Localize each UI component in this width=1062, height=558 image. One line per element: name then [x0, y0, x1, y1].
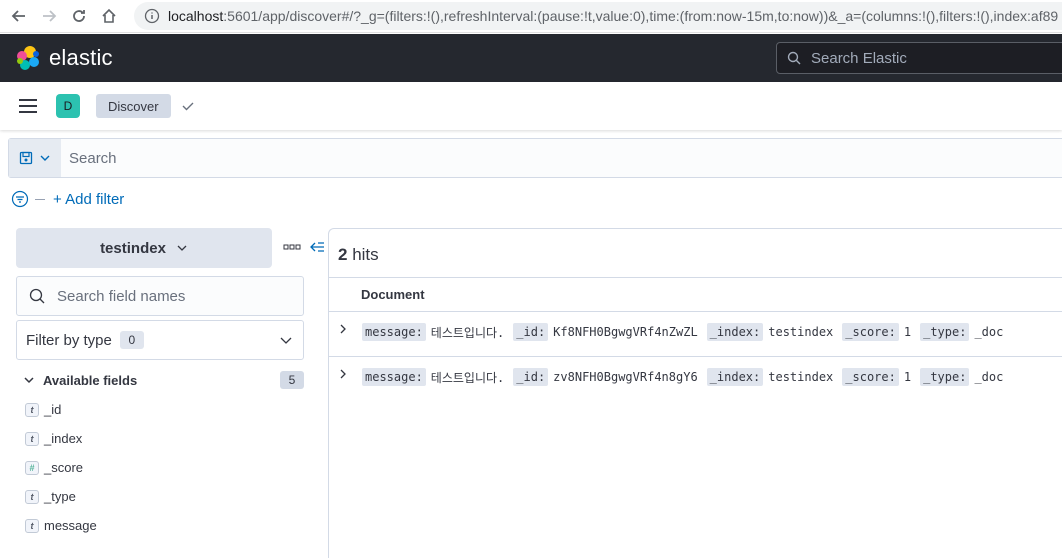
logo-text: elastic	[49, 45, 113, 70]
hits-count: 2	[338, 245, 348, 264]
field-name: _type	[44, 489, 76, 504]
hits-counter: 2 hits	[338, 245, 379, 265]
field-name: _index	[44, 431, 83, 446]
available-fields-toggle[interactable]: Available fields 5	[16, 370, 304, 390]
chevron-down-icon	[177, 245, 187, 251]
hits-label: hits	[352, 245, 379, 264]
elastic-header: elastic Search Elastic	[0, 34, 1062, 82]
field-name: _id	[44, 402, 62, 417]
field-name: message	[44, 518, 97, 533]
string-type-icon: t	[25, 431, 39, 446]
index-pattern-selector[interactable]: testindex	[16, 228, 272, 268]
column-header-document: Document	[361, 287, 425, 302]
filter-row: + Add filter	[11, 190, 124, 208]
field-item-id[interactable]: t _id	[16, 395, 304, 424]
field-key: _index:	[706, 368, 764, 386]
search-icon	[787, 51, 801, 65]
field-value: _doc	[974, 370, 1004, 384]
field-value: testindex	[768, 325, 834, 339]
url-host: localhost	[168, 8, 224, 24]
search-icon	[29, 288, 45, 304]
field-key: message:	[362, 323, 426, 341]
field-search-placeholder: Search field names	[57, 287, 186, 305]
chevron-down-icon	[24, 377, 34, 384]
add-filter-button[interactable]: + Add filter	[53, 191, 124, 208]
check-icon	[182, 102, 194, 111]
chevron-down-icon	[40, 155, 50, 161]
divider	[35, 198, 45, 200]
number-type-icon: #	[25, 460, 39, 475]
table-row: message: 테스트입니다. _id: zv8NFH0BgwgVRf4n8g…	[329, 357, 1062, 402]
field-item-index[interactable]: t _index	[16, 424, 304, 453]
field-key: _score:	[842, 323, 899, 341]
string-type-icon: t	[25, 518, 39, 533]
available-fields-label: Available fields	[43, 372, 138, 388]
field-name: _score	[44, 460, 84, 475]
sidebar-options	[283, 240, 325, 254]
field-key: message:	[362, 368, 426, 386]
chevron-right-icon[interactable]	[338, 368, 348, 380]
more-options-icon[interactable]	[283, 244, 301, 250]
url-path: :5601/app/discover#/?_g=(filters:!(),ref…	[223, 8, 1059, 24]
available-fields-count: 5	[280, 371, 304, 389]
field-key: _type:	[920, 368, 970, 386]
reload-icon[interactable]	[68, 5, 90, 27]
field-key: _index:	[706, 323, 764, 341]
browser-toolbar: localhost:5601/app/discover#/?_g=(filter…	[0, 0, 1062, 33]
field-item-score[interactable]: # _score	[16, 453, 304, 482]
home-icon[interactable]	[98, 5, 120, 27]
field-key: _type:	[920, 323, 970, 341]
info-icon[interactable]	[144, 8, 160, 24]
results-panel: 2 hits Document message: 테스트입니다. _id: Kf…	[328, 228, 1062, 558]
menu-icon[interactable]	[19, 99, 37, 113]
field-value: 테스트입니다.	[430, 370, 505, 385]
field-key: _score:	[842, 368, 899, 386]
chevron-down-icon	[280, 337, 292, 344]
back-arrow-icon[interactable]	[8, 5, 30, 27]
query-bar: Search	[8, 138, 1062, 178]
field-value: 테스트입니다.	[430, 325, 505, 340]
document-summary: message: 테스트입니다. _id: zv8NFH0BgwgVRf4n8g…	[362, 368, 1007, 386]
field-key: _id:	[513, 368, 549, 386]
space-avatar[interactable]: D	[56, 94, 80, 118]
breadcrumb-discover: Discover	[96, 94, 171, 118]
field-value: _doc	[974, 325, 1004, 339]
table-header: Document	[329, 277, 1062, 312]
field-value: zv8NFH0BgwgVRf4n8gY6	[553, 370, 698, 384]
field-value: Kf8NFH0BgwgVRf4nZwZL	[553, 325, 698, 339]
field-search-input[interactable]: Search field names	[16, 276, 304, 316]
global-search-placeholder: Search Elastic	[811, 49, 907, 67]
string-type-icon: t	[25, 402, 39, 417]
filter-by-type-button[interactable]: Filter by type 0	[16, 320, 304, 360]
save-icon	[19, 151, 33, 165]
string-type-icon: t	[25, 489, 39, 504]
filter-by-type-count: 0	[119, 331, 144, 349]
field-value: 1	[903, 325, 912, 339]
app-bar: D Discover	[0, 82, 1062, 130]
table-row: message: 테스트입니다. _id: Kf8NFH0BgwgVRf4nZw…	[329, 312, 1062, 357]
field-item-message[interactable]: t message	[16, 511, 304, 540]
global-search-input[interactable]: Search Elastic	[776, 42, 1062, 74]
collapse-sidebar-icon[interactable]	[309, 240, 325, 254]
field-key: _id:	[513, 323, 549, 341]
filter-by-type-label: Filter by type	[26, 331, 112, 349]
chevron-right-icon[interactable]	[338, 323, 348, 335]
field-value: 1	[903, 370, 912, 384]
forward-arrow-icon[interactable]	[38, 5, 60, 27]
saved-query-button[interactable]	[9, 139, 61, 177]
index-pattern-name: testindex	[100, 239, 166, 257]
document-summary: message: 테스트입니다. _id: Kf8NFH0BgwgVRf4nZw…	[362, 323, 1007, 341]
field-value: testindex	[768, 370, 834, 384]
query-search-input[interactable]: Search	[69, 150, 117, 167]
field-item-type[interactable]: t _type	[16, 482, 304, 511]
address-bar[interactable]: localhost:5601/app/discover#/?_g=(filter…	[134, 2, 1062, 30]
elastic-logo-icon	[17, 46, 39, 70]
elastic-logo[interactable]: elastic	[15, 45, 113, 71]
filter-icon[interactable]	[11, 190, 29, 208]
field-sidebar: testindex Search field names Filter by t…	[16, 228, 324, 540]
